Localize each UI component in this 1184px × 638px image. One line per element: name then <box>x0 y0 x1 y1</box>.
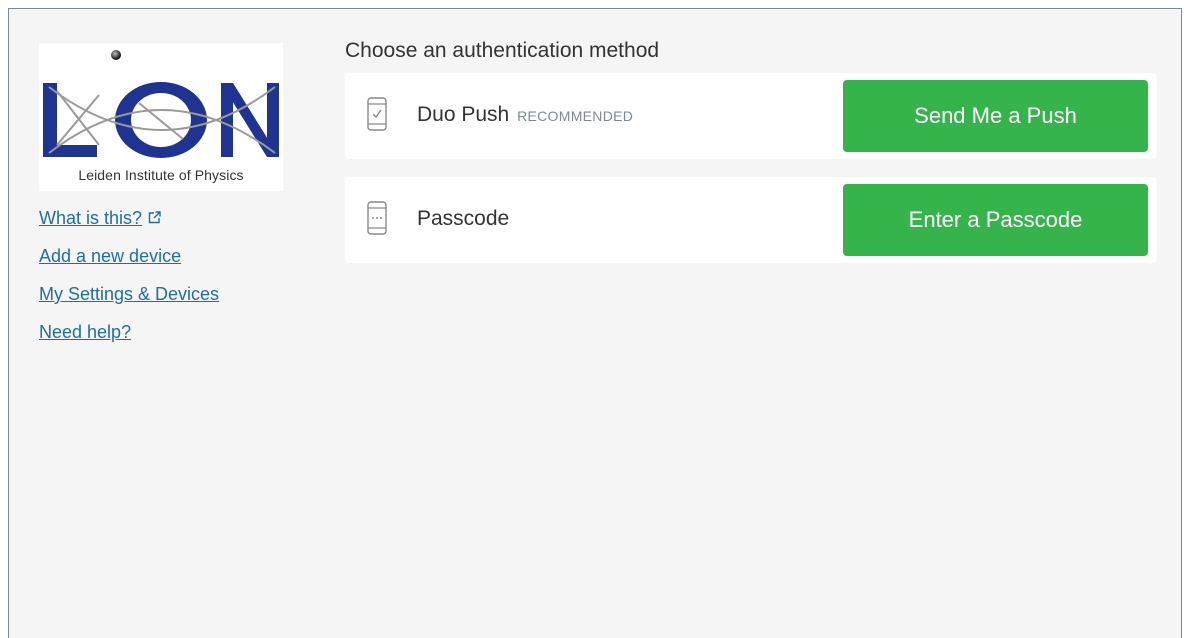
add-device-link[interactable]: Add a new device <box>39 243 219 269</box>
what-is-this-link[interactable]: What is this? <box>39 205 219 231</box>
institution-logo: Leiden Institute of Physics <box>39 43 283 191</box>
auth-frame: Leiden Institute of Physics What is this… <box>8 8 1182 638</box>
need-help-link[interactable]: Need help? <box>39 319 219 345</box>
passcode-label: Passcode <box>417 207 510 230</box>
lion-logo-icon <box>43 50 279 158</box>
external-link-icon <box>148 205 161 231</box>
duo-push-label: Duo Push <box>417 103 510 126</box>
phone-check-icon <box>367 97 387 136</box>
what-is-this-label: What is this? <box>39 208 143 228</box>
prompt-title: Choose an authentication method <box>345 39 660 62</box>
phone-passcode-icon <box>367 201 387 240</box>
recommended-badge: RECOMMENDED <box>517 108 634 124</box>
method-row-passcode: Passcode Enter a Passcode <box>345 177 1157 263</box>
send-push-button[interactable]: Send Me a Push <box>843 80 1148 152</box>
help-links: What is this? Add a new device My Settin… <box>39 205 219 357</box>
enter-passcode-button[interactable]: Enter a Passcode <box>843 184 1148 256</box>
method-row-duo-push: Duo Push RECOMMENDED Send Me a Push <box>345 73 1157 159</box>
method-label-duo-push: Duo Push RECOMMENDED <box>417 103 633 127</box>
settings-devices-link[interactable]: My Settings & Devices <box>39 281 219 307</box>
logo-caption: Leiden Institute of Physics <box>78 167 244 183</box>
